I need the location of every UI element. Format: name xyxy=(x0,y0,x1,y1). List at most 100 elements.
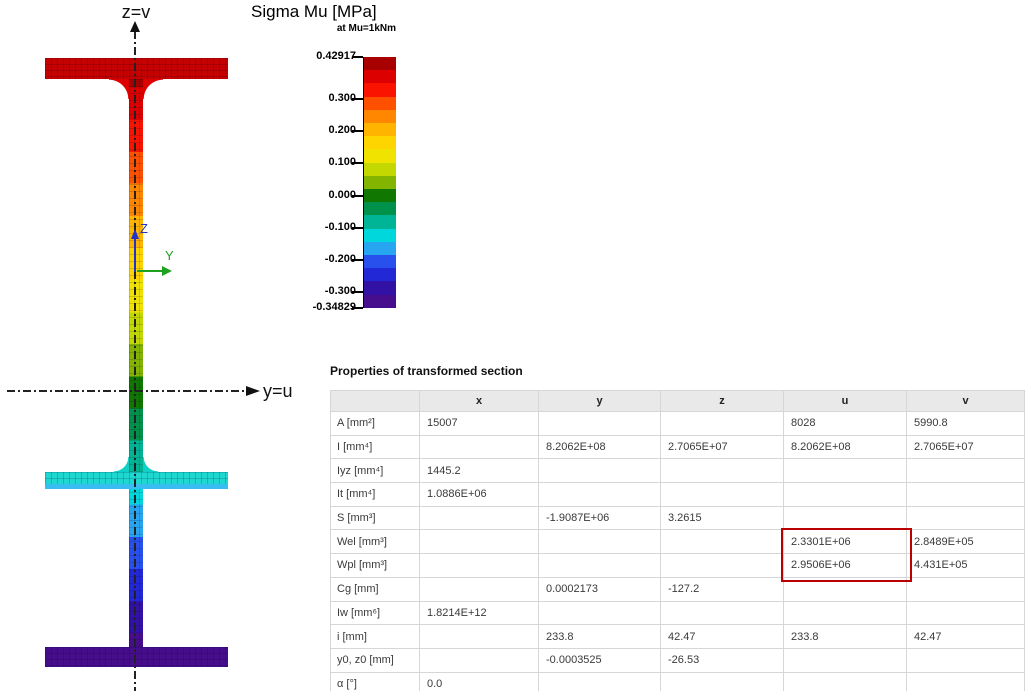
horizontal-neutral-axis-line xyxy=(7,390,246,392)
table-cell-x[interactable]: 15007 xyxy=(419,411,539,436)
table-header-row: xyzuv xyxy=(330,390,1025,412)
table-cell-z[interactable] xyxy=(660,411,784,436)
table-cell-v[interactable]: 42.47 xyxy=(906,624,1025,649)
table-cell-x[interactable] xyxy=(419,529,539,555)
legend-tick-label: 0.42917 xyxy=(316,50,356,62)
table-cell-x[interactable]: 1445.2 xyxy=(419,458,539,484)
row-label: I [mm⁴] xyxy=(330,434,420,460)
table-cell-x[interactable] xyxy=(419,647,539,673)
table-cell-y[interactable] xyxy=(538,553,661,578)
table-cell-v[interactable] xyxy=(906,671,1025,691)
table-cell-v[interactable] xyxy=(906,482,1025,507)
table-cell-v[interactable]: 2.8489E+05 xyxy=(906,529,1025,555)
table-cell-v[interactable]: 2.7065E+07 xyxy=(906,434,1025,460)
table-column-header: x xyxy=(419,390,539,412)
legend-band xyxy=(364,215,396,229)
local-z-arrowhead-icon xyxy=(131,229,139,239)
local-z-axis-arrow xyxy=(134,238,136,272)
row-label: i [mm] xyxy=(330,624,420,649)
table-cell-z[interactable] xyxy=(660,482,784,507)
table-row: y0, z0 [mm] -0.0003525 -26.53 xyxy=(330,647,1025,673)
table-cell-x[interactable] xyxy=(419,576,539,602)
table-cell-x[interactable] xyxy=(419,505,539,531)
table-cell-z[interactable]: 42.47 xyxy=(660,624,784,649)
table-cell-z[interactable]: 3.2615 xyxy=(660,505,784,531)
table-cell-v[interactable]: 5990.8 xyxy=(906,411,1025,436)
properties-table: xyzuv A [mm²] 15007 8028 5990.8 I [mm⁴] 8.206… xyxy=(330,390,1025,691)
legend-band xyxy=(364,83,396,97)
table-cell-x[interactable] xyxy=(419,553,539,578)
legend-band xyxy=(364,109,396,124)
table-cell-x[interactable] xyxy=(419,624,539,649)
table-cell-x[interactable] xyxy=(419,434,539,460)
table-cell-v[interactable] xyxy=(906,505,1025,531)
table-cell-z[interactable] xyxy=(660,600,784,626)
row-label: A [mm²] xyxy=(330,411,420,436)
section-middle-flange xyxy=(45,472,228,484)
table-row: S [mm³] -1.9087E+06 3.2615 xyxy=(330,505,1025,531)
table-row: Iw [mm⁶] 1.8214E+12 xyxy=(330,600,1025,626)
row-label: Wpl [mm³] xyxy=(330,553,420,578)
table-cell-z[interactable]: -127.2 xyxy=(660,576,784,602)
table-cell-y[interactable]: 233.8 xyxy=(538,624,661,649)
row-label: Cg [mm] xyxy=(330,576,420,602)
table-cell-y[interactable]: -0.0003525 xyxy=(538,647,661,673)
table-column-header xyxy=(330,390,420,412)
local-y-axis-arrow xyxy=(137,270,163,272)
table-cell-x[interactable]: 1.0886E+06 xyxy=(419,482,539,507)
table-cell-u[interactable]: 8028 xyxy=(783,411,907,436)
table-cell-v[interactable] xyxy=(906,647,1025,673)
table-cell-y[interactable] xyxy=(538,482,661,507)
table-cell-y[interactable] xyxy=(538,671,661,691)
legend-band xyxy=(364,175,396,190)
table-cell-y[interactable] xyxy=(538,529,661,555)
highlight-box-wel-wpl-u xyxy=(781,528,912,582)
row-label: Iyz [mm⁴] xyxy=(330,458,420,484)
table-cell-x[interactable]: 1.8214E+12 xyxy=(419,600,539,626)
table-row: Cg [mm] 0.0002173 -127.2 xyxy=(330,576,1025,602)
table-row: I [mm⁴] 8.2062E+08 2.7065E+07 8.2062E+08 2.7… xyxy=(330,434,1025,460)
table-cell-v[interactable] xyxy=(906,576,1025,602)
legend-tick-label: -0.300 xyxy=(324,285,356,298)
table-column-header: z xyxy=(660,390,784,412)
legend-band xyxy=(364,162,396,176)
table-cell-u[interactable]: 233.8 xyxy=(783,624,907,649)
table-cell-v[interactable]: 4.431E+05 xyxy=(906,553,1025,578)
legend-band xyxy=(364,57,396,71)
table-cell-x[interactable]: 0.0 xyxy=(419,671,539,691)
row-label: It [mm⁴] xyxy=(330,482,420,507)
table-cell-y[interactable] xyxy=(538,411,661,436)
table-cell-u[interactable] xyxy=(783,482,907,507)
legend-color-bar xyxy=(363,57,396,308)
table-row: Wpl [mm³] 2.9506E+06 4.431E+05 xyxy=(330,553,1025,578)
table-cell-z[interactable] xyxy=(660,529,784,555)
table-cell-u[interactable] xyxy=(783,505,907,531)
table-cell-u[interactable] xyxy=(783,600,907,626)
table-cell-u[interactable] xyxy=(783,671,907,691)
table-cell-v[interactable] xyxy=(906,600,1025,626)
legend-band xyxy=(364,255,396,269)
legend-tick-label: 0.300 xyxy=(328,91,356,104)
table-cell-u[interactable] xyxy=(783,647,907,673)
table-cell-z[interactable] xyxy=(660,553,784,578)
table-row: α [°] 0.0 xyxy=(330,671,1025,691)
table-cell-z[interactable]: -26.53 xyxy=(660,647,784,673)
table-cell-y[interactable]: 8.2062E+08 xyxy=(538,434,661,460)
legend-title: Sigma Mu [MPa] xyxy=(251,2,377,21)
table-cell-u[interactable]: 8.2062E+08 xyxy=(783,434,907,460)
legend-tick-label: 0.200 xyxy=(328,123,356,136)
legend-subtitle: at Mu=1kNm xyxy=(336,23,396,34)
table-cell-v[interactable] xyxy=(906,458,1025,484)
legend-band xyxy=(364,123,396,137)
table-cell-y[interactable] xyxy=(538,600,661,626)
row-label: Wel [mm³] xyxy=(330,529,420,555)
table-cell-z[interactable]: 2.7065E+07 xyxy=(660,434,784,460)
table-cell-u[interactable] xyxy=(783,458,907,484)
table-cell-z[interactable] xyxy=(660,671,784,691)
table-cell-y[interactable]: 0.0002173 xyxy=(538,576,661,602)
legend-band xyxy=(364,241,396,256)
table-cell-y[interactable]: -1.9087E+06 xyxy=(538,505,661,531)
legend-tick-label: -0.200 xyxy=(324,253,356,266)
table-cell-y[interactable] xyxy=(538,458,661,484)
table-cell-z[interactable] xyxy=(660,458,784,484)
